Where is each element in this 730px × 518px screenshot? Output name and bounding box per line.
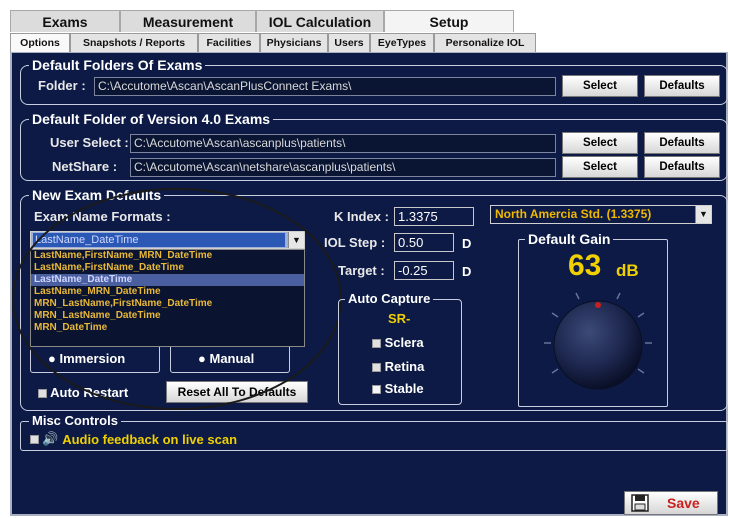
retina-checkbox[interactable] [372, 363, 381, 373]
retina-option[interactable]: Retina [372, 359, 424, 374]
auto-restart-checkbox[interactable] [38, 389, 47, 399]
subtab-physicians[interactable]: Physicians [260, 33, 328, 52]
gain-knob[interactable] [538, 277, 658, 401]
format-option[interactable]: MRN_LastName_DateTime [31, 310, 304, 322]
subtab-facilities[interactable]: Facilities [198, 33, 260, 52]
netshare-label: NetShare : [52, 159, 118, 174]
user-defaults-button[interactable]: Defaults [644, 132, 720, 154]
audio-feedback-option[interactable]: 🔊 Audio feedback on live scan [30, 431, 237, 447]
subtab-eyetypes[interactable]: EyeTypes [370, 33, 434, 52]
user-select-path-field[interactable]: C:\Accutome\Ascan\ascanplus\patients\ [130, 134, 556, 153]
immersion-radio-icon: ● [48, 351, 56, 366]
audio-feedback-label: Audio feedback on live scan [62, 431, 238, 447]
target-unit: D [462, 264, 472, 279]
v4-folder-title: Default Folder of Version 4.0 Exams [29, 111, 274, 127]
iol-step-field[interactable]: 0.50 [394, 233, 454, 252]
user-select-button[interactable]: Select [562, 132, 638, 154]
misc-controls-title: Misc Controls [29, 413, 121, 429]
tab-setup[interactable]: Setup [384, 10, 514, 32]
auto-restart-option[interactable]: Auto Restart [38, 385, 128, 400]
target-field[interactable]: -0.25 [394, 261, 454, 280]
subtab-options[interactable]: Options [10, 33, 70, 52]
manual-radio-icon: ● [198, 351, 206, 366]
format-option-selected[interactable]: LastName_DateTime [31, 274, 304, 286]
stable-option[interactable]: Stable [372, 381, 424, 396]
stable-label: Stable [384, 381, 424, 396]
format-option[interactable]: LastName,FirstName_DateTime [31, 262, 304, 274]
target-label: Target : [338, 263, 385, 278]
manual-label: Manual [209, 351, 255, 366]
format-option[interactable]: LastName,FirstName_MRN_DateTime [31, 250, 304, 262]
auto-restart-label: Auto Restart [50, 385, 129, 400]
exam-name-format-value: LastName_DateTime [33, 233, 285, 247]
netshare-defaults-button[interactable]: Defaults [644, 156, 720, 178]
audio-feedback-checkbox[interactable] [30, 434, 39, 444]
save-button[interactable]: Save [624, 491, 718, 515]
reset-all-defaults-button[interactable]: Reset All To Defaults [166, 381, 308, 403]
folder-select-button[interactable]: Select [562, 75, 638, 97]
iol-step-unit: D [462, 236, 472, 251]
exam-name-formats-label: Exam Name Formats : [34, 209, 171, 224]
manual-option: ● Manual [198, 351, 254, 366]
subtab-snapshots-reports[interactable]: Snapshots / Reports [70, 33, 198, 52]
immersion-option: ● Immersion [48, 351, 125, 366]
default-folders-title: Default Folders Of Exams [29, 57, 206, 73]
save-label: Save [667, 495, 700, 511]
subtab-personalize-iol[interactable]: Personalize IOL [434, 33, 536, 52]
iol-step-label: IOL Step : [324, 235, 386, 250]
k-index-label: K Index : [334, 209, 389, 224]
main-tabs: Exams Measurement IOL Calculation Setup [10, 10, 514, 32]
auto-capture-mode: SR- [388, 311, 411, 326]
subtab-users[interactable]: Users [328, 33, 370, 52]
default-gain-title: Default Gain [525, 231, 614, 247]
floppy-disk-icon [631, 494, 649, 512]
user-select-label: User Select : [50, 135, 129, 150]
exam-name-format-list: LastName,FirstName_MRN_DateTime LastName… [30, 249, 305, 347]
folder-defaults-button[interactable]: Defaults [644, 75, 720, 97]
k-index-field[interactable]: 1.3375 [394, 207, 474, 226]
tab-iol-calculation[interactable]: IOL Calculation [256, 10, 384, 32]
netshare-path-field[interactable]: C:\Accutome\Ascan\netshare\ascanplus\pat… [130, 158, 556, 177]
tab-exams[interactable]: Exams [10, 10, 120, 32]
immersion-label: Immersion [59, 351, 126, 366]
speaker-icon: 🔊 [42, 431, 59, 446]
exam-name-format-combo[interactable]: LastName_DateTime ▼ [30, 231, 305, 249]
stable-checkbox[interactable] [372, 385, 381, 395]
keratometric-standard-value: North Amercia Std. (1.3375) [495, 207, 652, 221]
select-arrow-icon[interactable]: ▼ [695, 206, 711, 223]
format-option[interactable]: MRN_DateTime [31, 322, 304, 334]
netshare-select-button[interactable]: Select [562, 156, 638, 178]
folder-label: Folder : [38, 78, 86, 93]
new-exam-defaults-title: New Exam Defaults [29, 187, 165, 203]
sub-tabs: Options Snapshots / Reports Facilities P… [10, 33, 536, 52]
retina-label: Retina [384, 359, 425, 374]
folder-path-field[interactable]: C:\Accutome\Ascan\AscanPlusConnect Exams… [94, 77, 556, 96]
format-option[interactable]: MRN_LastName,FirstName_DateTime [31, 298, 304, 310]
knob-indicator-icon [595, 302, 601, 308]
combo-arrow-icon[interactable]: ▼ [288, 232, 304, 248]
sclera-option[interactable]: Sclera [372, 335, 424, 350]
sclera-label: Sclera [384, 335, 424, 350]
options-panel: Default Folders Of Exams Folder : C:\Acc… [10, 52, 728, 516]
tab-measurement[interactable]: Measurement [120, 10, 256, 32]
format-option[interactable]: LastName_MRN_DateTime [31, 286, 304, 298]
sclera-checkbox[interactable] [372, 339, 381, 349]
keratometric-standard-select[interactable]: North Amercia Std. (1.3375) ▼ [490, 205, 712, 224]
auto-capture-title: Auto Capture [345, 291, 434, 307]
